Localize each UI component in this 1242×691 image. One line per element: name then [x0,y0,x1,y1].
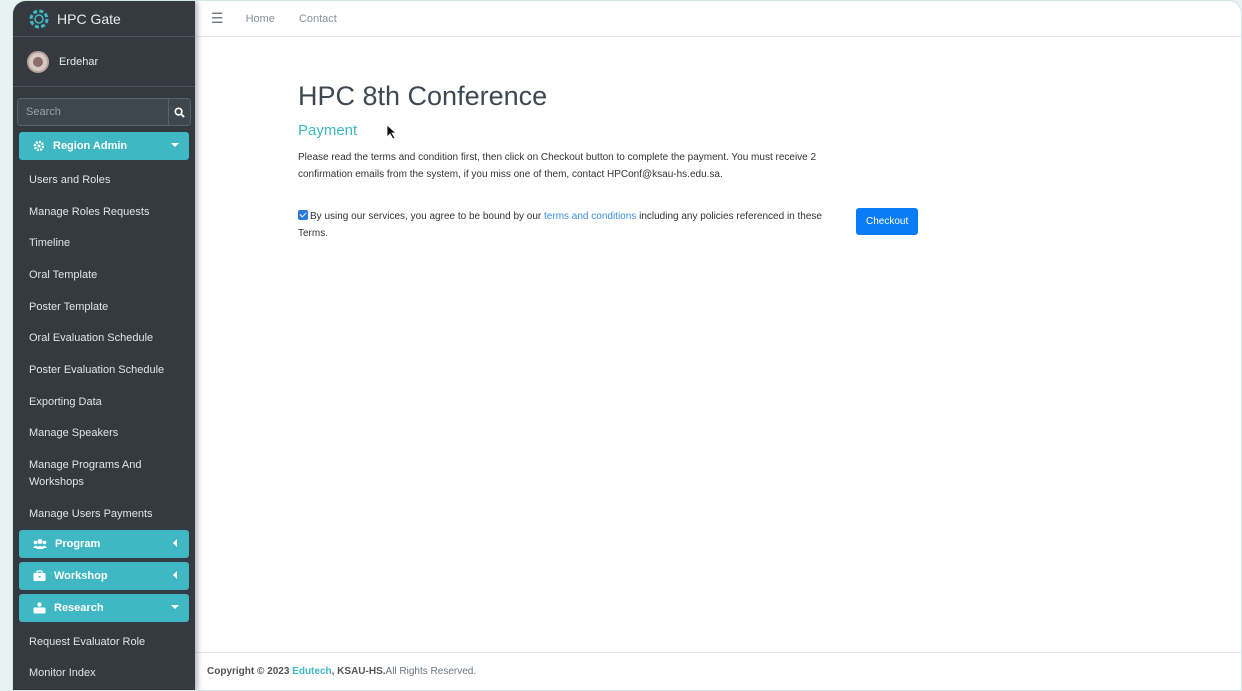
gear-logo-icon [29,9,49,28]
menu-icon[interactable]: ☰ [211,10,224,27]
payment-instructions: Please read the terms and condition firs… [298,152,817,180]
sidebar-item-exporting-data[interactable]: Exporting Data [13,386,195,418]
sidebar-item-oral-evaluation-schedule[interactable]: Oral Evaluation Schedule [13,322,195,354]
terms-link[interactable]: terms and conditions [544,211,636,222]
sidebar-item-monitor-index[interactable]: Monitor Index [13,658,195,690]
chevron-down-icon [171,143,179,147]
user-name: Erdehar [59,55,99,68]
briefcase-icon [33,570,46,582]
sidebar-item-timeline[interactable]: Timeline [13,227,195,259]
sidebar-item-request-evaluator-role[interactable]: Request Evaluator Role [13,626,195,658]
user-panel[interactable]: Erdehar [13,37,195,87]
nav-link-home[interactable]: Home [246,13,275,25]
search-input[interactable] [17,98,168,126]
sidebar-item-program[interactable]: Program [19,529,189,558]
chevron-down-icon [171,604,179,609]
sidebar-item-label: Region Admin [53,140,128,152]
footer-org: , KSAU-HS. [331,666,386,677]
footer-rights: All Rights Reserved. [385,666,477,677]
top-navbar: ☰ Home Contact [195,1,1241,37]
sidebar-item-users-and-roles[interactable]: Users and Roles [13,164,195,196]
footer-copyright: Copyright © 2023 [207,666,290,677]
nav-link-contact[interactable]: Contact [299,13,337,25]
footer: Copyright © 2023 Edutech, KSAU-HS. All Ri… [195,652,1241,690]
terms-checkbox[interactable] [298,210,308,220]
sidebar-item-poster-evaluation-schedule[interactable]: Poster Evaluation Schedule [13,354,195,386]
footer-company-link[interactable]: Edutech [292,666,331,677]
sidebar-item-manage-speakers[interactable]: Manage Speakers [13,418,195,450]
sidebar-item-manage-roles-requests[interactable]: Manage Roles Requests [13,196,195,228]
sidebar-item-workshop[interactable]: Workshop [19,561,189,590]
brand[interactable]: HPC Gate [13,1,195,37]
users-icon [33,538,47,550]
sidebar-search [17,98,191,126]
checkout-button[interactable]: Checkout [856,208,919,235]
chevron-left-icon [173,538,177,547]
avatar [27,50,49,73]
sidebar-item-label: Program [55,537,101,550]
sidebar-item-research[interactable]: Research [19,593,189,622]
sidebar: HPC Gate Erdehar Region Admin [13,1,195,690]
sidebar-item-label: Workshop [54,569,108,582]
main-content: HPC 8th Conference Payment Please read t… [298,81,938,242]
search-button[interactable] [168,98,191,126]
brand-name: HPC Gate [57,10,121,27]
sidebar-item-manage-users-payments[interactable]: Manage Users Payments [13,498,195,530]
sidebar-item-poster-template[interactable]: Poster Template [13,291,195,323]
terms-agreement-row: By using our services, you agree to be b… [298,208,938,242]
chevron-left-icon [173,570,177,579]
gear-icon [33,140,45,152]
research-icon [33,602,46,614]
sidebar-item-manage-programs-and-workshops[interactable]: Manage Programs And Workshops [13,449,143,498]
mouse-cursor-icon [386,124,398,140]
app-frame: HPC Gate Erdehar Region Admin [12,0,1242,691]
sidebar-item-oral-template[interactable]: Oral Template [13,259,195,291]
terms-agreement-text: By using our services, you agree to be b… [298,210,822,239]
sidebar-item-region-admin[interactable]: Region Admin [19,132,189,160]
sidebar-item-label: Research [54,601,104,614]
page-title: HPC 8th Conference [298,81,548,111]
search-icon [174,106,185,118]
